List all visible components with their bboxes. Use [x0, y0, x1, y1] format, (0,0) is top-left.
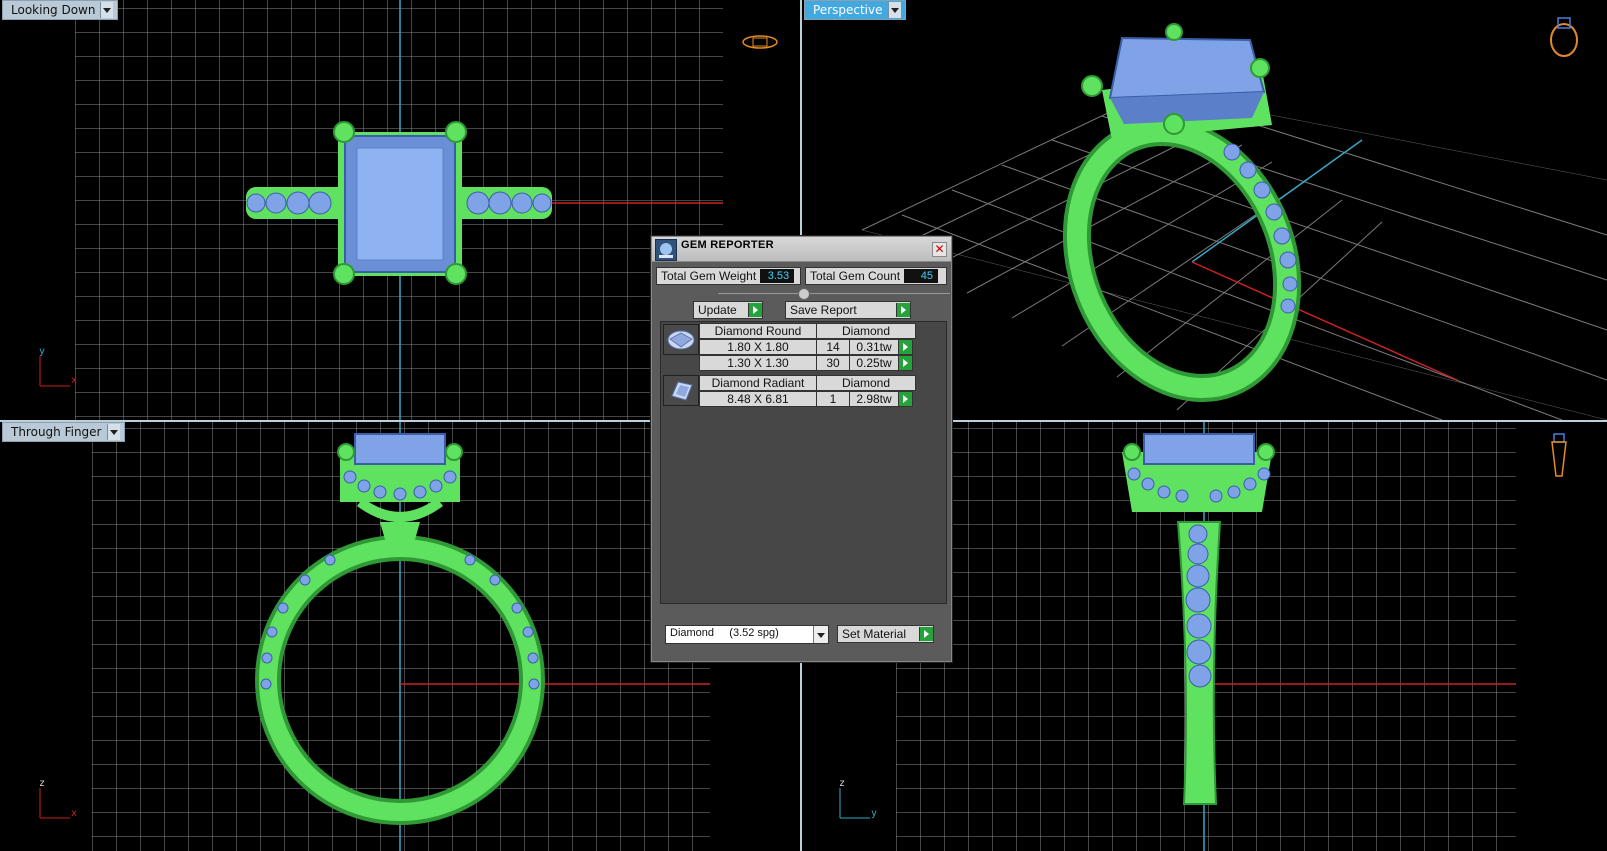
save-report-button[interactable]: Save Report	[785, 301, 911, 319]
play-arrow-icon	[748, 303, 762, 317]
ring-perspective-view	[1062, 23, 1302, 402]
axis-h-label: x	[71, 808, 78, 819]
axis-v-label: y	[39, 346, 46, 357]
splitter-handle[interactable]	[798, 288, 810, 300]
dialog-title: GEM REPORTER	[681, 239, 774, 251]
chevron-down-icon[interactable]	[887, 2, 901, 18]
chevron-down-icon[interactable]	[100, 2, 114, 18]
ring-orientation-icon	[1551, 433, 1567, 477]
set-material-button[interactable]: Set Material	[837, 625, 934, 643]
gem-shape: Diamond Round	[699, 323, 817, 339]
axis-h-label: y	[871, 808, 878, 819]
axis-h-label: x	[71, 375, 78, 386]
round-diamond-icon	[663, 324, 699, 355]
viewport-label-perspective[interactable]: Perspective	[804, 0, 906, 20]
close-icon[interactable]: ✕	[932, 242, 947, 257]
update-button[interactable]: Update	[693, 301, 763, 319]
gem-shape: Diamond Radiant	[699, 375, 817, 391]
viewport-label-looking-down[interactable]: Looking Down	[2, 0, 119, 20]
play-arrow-icon	[896, 303, 910, 317]
select-gems-arrow-icon[interactable]	[898, 391, 913, 407]
viewport-label-through-finger[interactable]: Through Finger	[2, 422, 125, 442]
axis-v-label: z	[39, 778, 46, 789]
radiant-diamond-icon	[663, 375, 699, 406]
play-arrow-icon	[919, 627, 933, 641]
ring-orientation-icon	[742, 35, 778, 49]
ring-orientation-icon	[1550, 17, 1578, 57]
total-gem-weight-value: 3.53	[760, 269, 795, 283]
app-logo-icon	[655, 239, 677, 261]
gem-list[interactable]: Diamond Round Diamond 1.80 X 1.80 14 0.3…	[660, 321, 947, 604]
chevron-down-icon[interactable]	[813, 626, 828, 643]
gem-reporter-dialog: GEM REPORTER ✕ Total Gem Weight 3.53 Tot…	[651, 236, 952, 662]
dialog-title-bar[interactable]: GEM REPORTER ✕	[652, 237, 951, 262]
gem-material: Diamond	[816, 323, 916, 339]
axis-v-label: z	[839, 778, 846, 789]
total-gem-weight: Total Gem Weight 3.53	[656, 267, 801, 285]
splitter-track	[718, 293, 950, 294]
select-gems-arrow-icon[interactable]	[898, 339, 913, 355]
total-gem-count: Total Gem Count 45	[805, 267, 947, 285]
gem-material: Diamond	[816, 375, 916, 391]
material-select[interactable]: Diamond (3.52 spg)	[665, 625, 829, 644]
chevron-down-icon[interactable]	[106, 424, 120, 440]
select-gems-arrow-icon[interactable]	[898, 355, 913, 371]
total-gem-count-value: 45	[904, 269, 939, 283]
